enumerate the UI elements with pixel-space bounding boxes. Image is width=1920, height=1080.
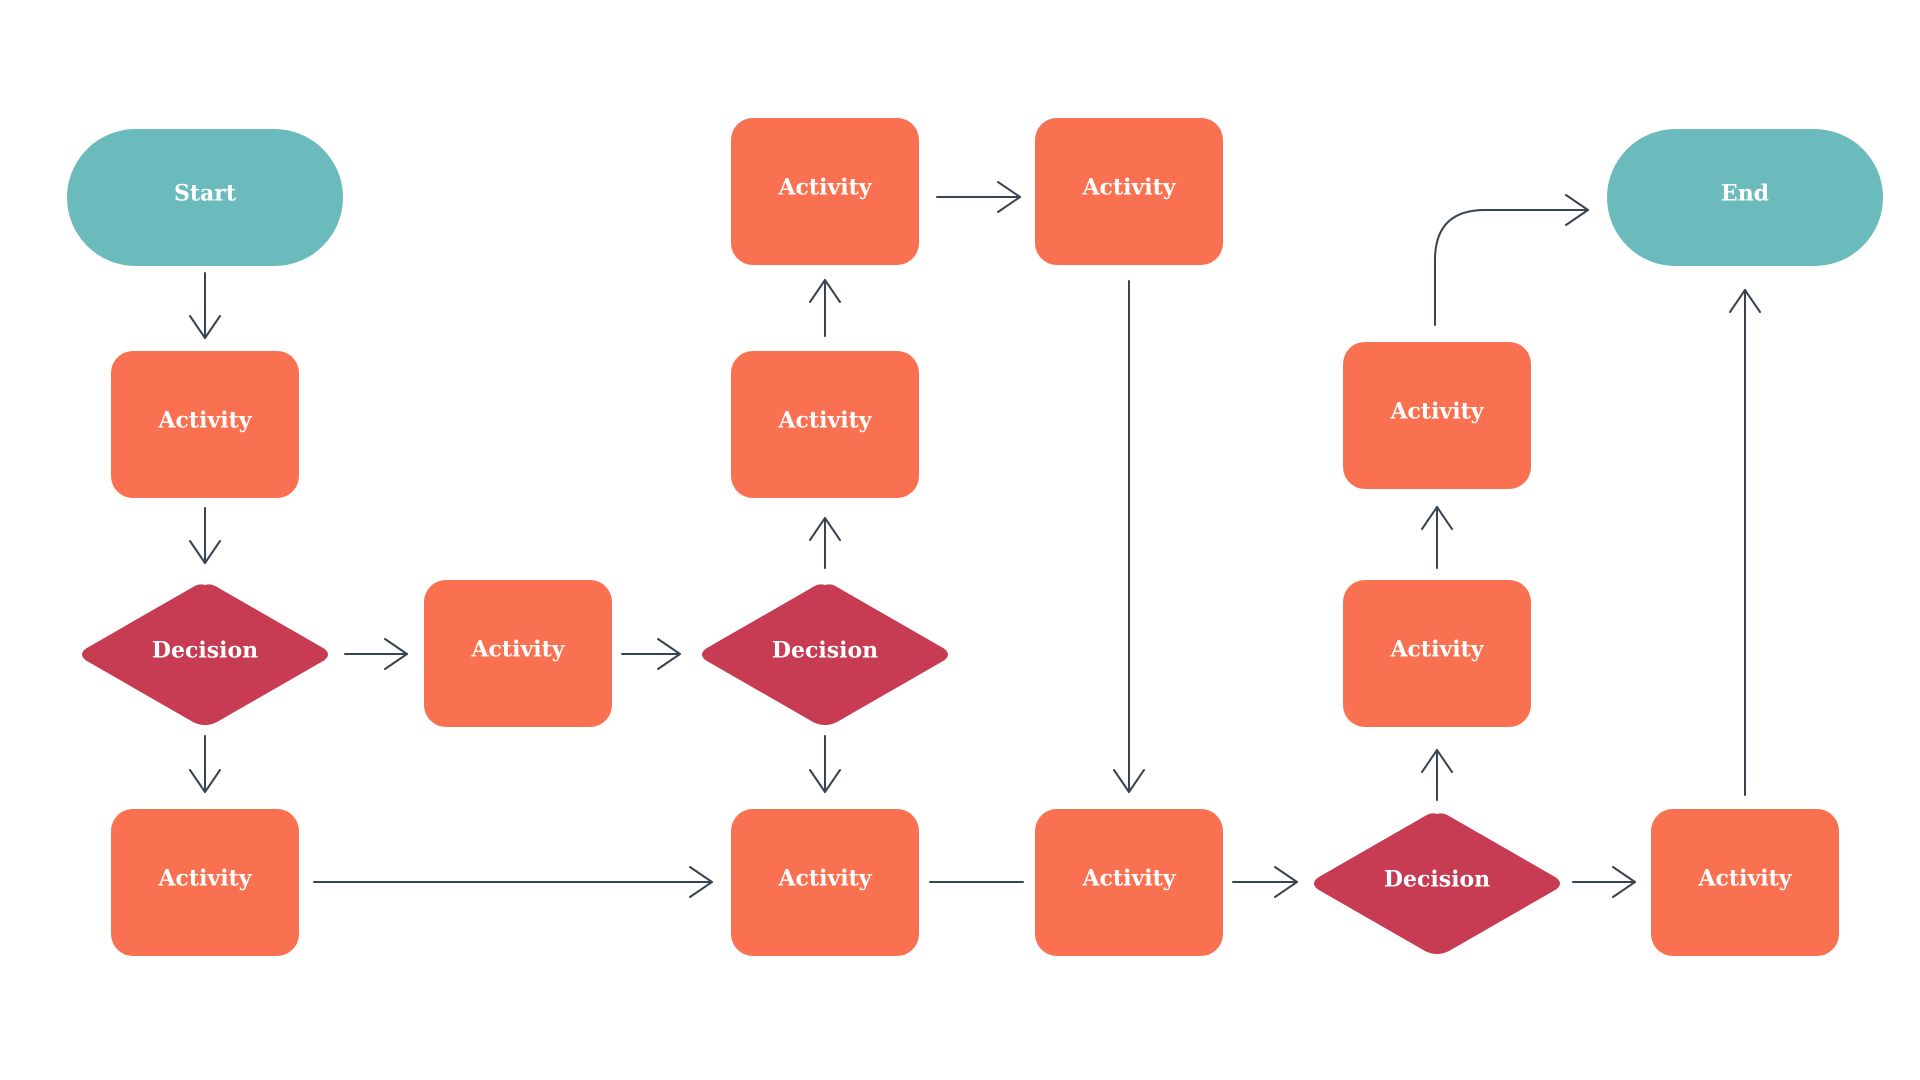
connector-act-a-to-dec-1 — [189, 507, 221, 564]
connector-dec-1-to-act-b — [189, 735, 221, 793]
connectors — [189, 181, 1761, 898]
node-label: Activity — [777, 408, 872, 434]
activity-node-act-d[interactable]: Activity — [731, 351, 919, 498]
flowchart-canvas: Start Activity Decision Activity Activity Dec… — [67, 118, 1883, 956]
node-label: Activity — [1081, 175, 1176, 201]
activity-node-act-b[interactable]: Activity — [111, 809, 299, 956]
node-label: Activity — [470, 637, 565, 663]
node-label: Activity — [1081, 866, 1176, 892]
node-label: Activity — [777, 175, 872, 201]
terminal-node-start[interactable]: Start — [67, 129, 343, 266]
activity-node-act-a[interactable]: Activity — [111, 351, 299, 498]
connector-start-to-act-a — [189, 272, 221, 339]
connector-dec-2-to-act-g — [809, 735, 841, 793]
activity-node-act-h[interactable]: Activity — [1035, 809, 1223, 956]
node-label: Decision — [772, 638, 878, 664]
activity-node-act-f[interactable]: Activity — [1035, 118, 1223, 265]
connector-act-e-to-act-f — [936, 181, 1021, 213]
node-label: Start — [174, 181, 237, 207]
connector-dec-1-to-act-c — [344, 638, 408, 670]
connector-act-h-to-dec-3 — [1232, 866, 1298, 898]
activity-node-act-i[interactable]: Activity — [1343, 580, 1531, 727]
connector-dec-3-to-act-i — [1421, 749, 1453, 801]
node-label: End — [1721, 181, 1769, 207]
connector-dec-3-to-act-k — [1572, 866, 1636, 898]
terminal-node-end[interactable]: End — [1607, 129, 1883, 266]
connector-act-j-to-end — [1434, 194, 1589, 326]
activity-node-act-j[interactable]: Activity — [1343, 342, 1531, 489]
connector-act-k-to-end — [1729, 289, 1761, 796]
decision-node-dec-3[interactable]: Decision — [1314, 813, 1560, 954]
node-label: Activity — [1389, 637, 1484, 663]
nodes: Start Activity Decision Activity Activity Dec… — [67, 118, 1883, 956]
activity-node-act-k[interactable]: Activity — [1651, 809, 1839, 956]
activity-node-act-g[interactable]: Activity — [731, 809, 919, 956]
connector-act-b-to-act-g — [313, 866, 713, 898]
decision-node-dec-1[interactable]: Decision — [82, 584, 328, 725]
activity-node-act-e[interactable]: Activity — [731, 118, 919, 265]
activity-node-act-c[interactable]: Activity — [424, 580, 612, 727]
connector-act-d-to-act-e — [809, 279, 841, 337]
node-label: Decision — [1384, 867, 1490, 893]
node-label: Activity — [1389, 399, 1484, 425]
connector-act-i-to-act-j — [1421, 506, 1453, 569]
connector-dec-2-to-act-d — [809, 517, 841, 569]
connector-line — [1434, 209, 1589, 326]
node-label: Decision — [152, 638, 258, 664]
connector-act-f-to-act-h — [1113, 280, 1145, 793]
node-label: Activity — [157, 866, 252, 892]
decision-node-dec-2[interactable]: Decision — [702, 584, 948, 725]
node-label: Activity — [157, 408, 252, 434]
node-label: Activity — [777, 866, 872, 892]
node-label: Activity — [1697, 866, 1792, 892]
connector-act-c-to-dec-2 — [621, 638, 681, 670]
